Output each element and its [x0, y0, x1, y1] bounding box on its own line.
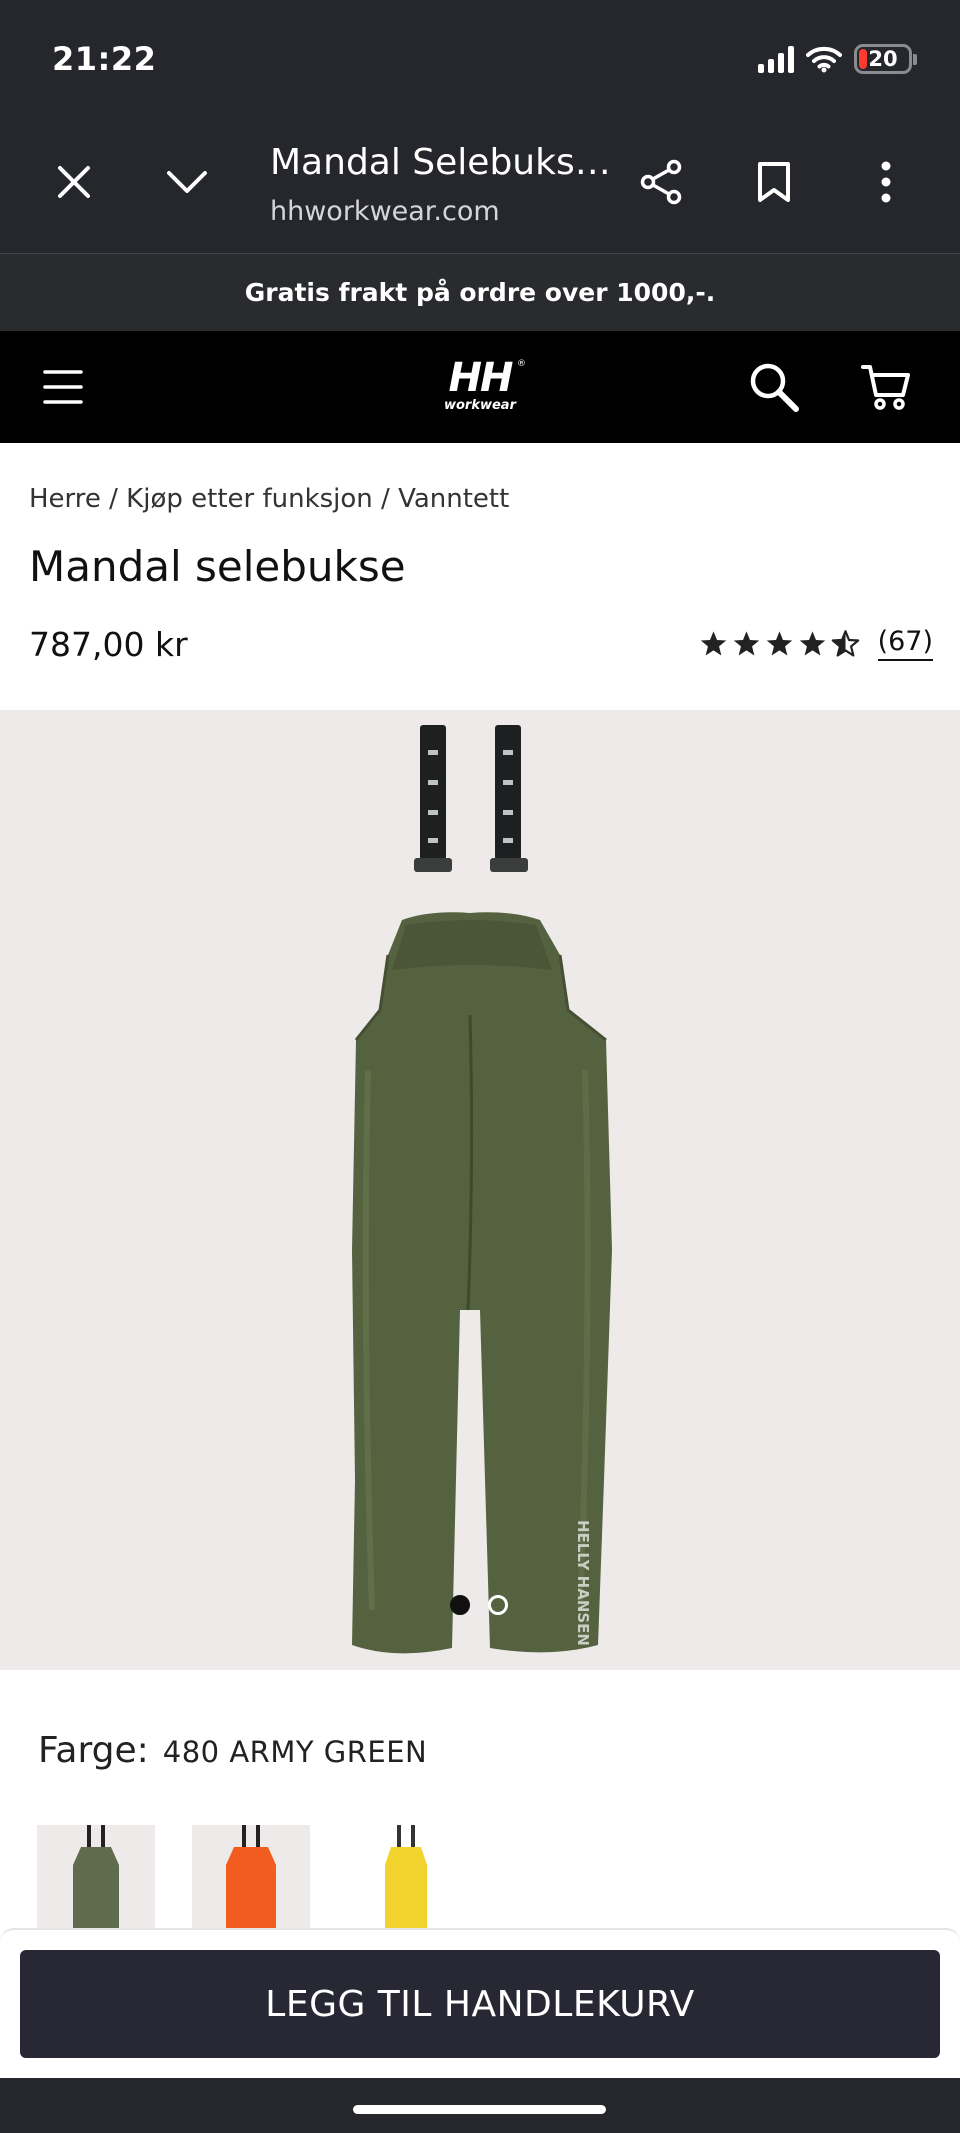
share-icon	[640, 159, 682, 205]
status-icons: 20	[758, 42, 917, 76]
system-bottom-bar	[0, 2078, 960, 2133]
chevron-down-icon	[167, 171, 207, 193]
rating-stars	[699, 629, 860, 658]
battery-level: 20	[868, 47, 898, 71]
wifi-icon	[806, 46, 842, 73]
color-label: Farge:	[38, 1730, 149, 1771]
product-image-gallery[interactable]: HELLY HANSEN	[0, 710, 960, 1670]
cellular-signal-icon	[758, 45, 794, 73]
swatch-yellow[interactable]	[347, 1825, 465, 1935]
garment-print: HELLY HANSEN	[574, 1520, 592, 1646]
hh-workwear-logo[interactable]: HH workwear ®	[438, 355, 526, 419]
logo-mark: HH	[448, 355, 514, 401]
menu-button[interactable]	[25, 349, 101, 425]
swatch-army-green[interactable]	[37, 1825, 155, 1935]
more-menu-button[interactable]	[854, 150, 918, 214]
product-image: HELLY HANSEN	[352, 725, 612, 1654]
home-indicator[interactable]	[353, 2105, 606, 2114]
search-button[interactable]	[736, 349, 812, 425]
star-full-icon	[799, 630, 825, 655]
browser-chrome: 21:22 20 Mandal Selebuks… hhworkwear.com	[0, 0, 960, 253]
bookmark-button[interactable]	[742, 150, 806, 214]
gallery-pagination	[450, 1595, 508, 1615]
swatch-image	[226, 1825, 276, 1935]
hamburger-icon	[43, 370, 83, 404]
product-rating[interactable]: (67)	[699, 626, 933, 661]
review-count-link[interactable]: (67)	[877, 626, 933, 661]
minimize-button[interactable]	[155, 150, 219, 214]
share-button[interactable]	[630, 150, 694, 214]
cart-button[interactable]	[848, 349, 924, 425]
star-full-icon	[733, 630, 759, 655]
swatch-orange[interactable]	[192, 1825, 310, 1935]
swatch-image	[385, 1825, 427, 1935]
search-icon	[750, 363, 799, 412]
swatch-image	[73, 1825, 119, 1935]
add-to-cart-bar: LEGG TIL HANDLEKURV	[0, 1928, 960, 2078]
promo-text: Gratis frakt på ordre over 1000,-.	[244, 278, 716, 307]
star-full-icon	[766, 630, 792, 655]
star-full-icon	[700, 630, 726, 655]
product-price: 787,00 kr	[29, 625, 188, 664]
page-title: Mandal Selebuks…	[270, 142, 611, 183]
site-header: HH workwear ®	[0, 331, 960, 443]
logo-subtext: workwear	[443, 398, 516, 413]
battery-icon: 20	[854, 44, 917, 74]
free-shipping-banner: Gratis frakt på ordre over 1000,-.	[0, 253, 960, 331]
color-swatches	[37, 1825, 465, 1935]
color-value: 480 ARMY GREEN	[162, 1735, 428, 1769]
close-tab-button[interactable]	[42, 150, 106, 214]
status-time: 21:22	[52, 40, 157, 78]
close-icon	[58, 166, 90, 198]
add-to-cart-button[interactable]: LEGG TIL HANDLEKURV	[20, 1950, 940, 2058]
breadcrumb[interactable]: Herre / Kjøp etter funksjon / Vanntett	[29, 484, 509, 514]
star-half-icon	[831, 629, 859, 657]
bookmark-icon	[758, 162, 790, 202]
more-vertical-icon	[881, 161, 891, 203]
logo-registered: ®	[517, 359, 526, 369]
gallery-dot-2[interactable]	[488, 1595, 508, 1615]
page-domain: hhworkwear.com	[270, 196, 500, 227]
gallery-dot-1[interactable]	[450, 1595, 470, 1615]
product-title: Mandal selebukse	[29, 542, 406, 591]
color-selection: Farge: 480 ARMY GREEN	[38, 1730, 427, 1771]
shopping-cart-icon	[861, 365, 910, 410]
